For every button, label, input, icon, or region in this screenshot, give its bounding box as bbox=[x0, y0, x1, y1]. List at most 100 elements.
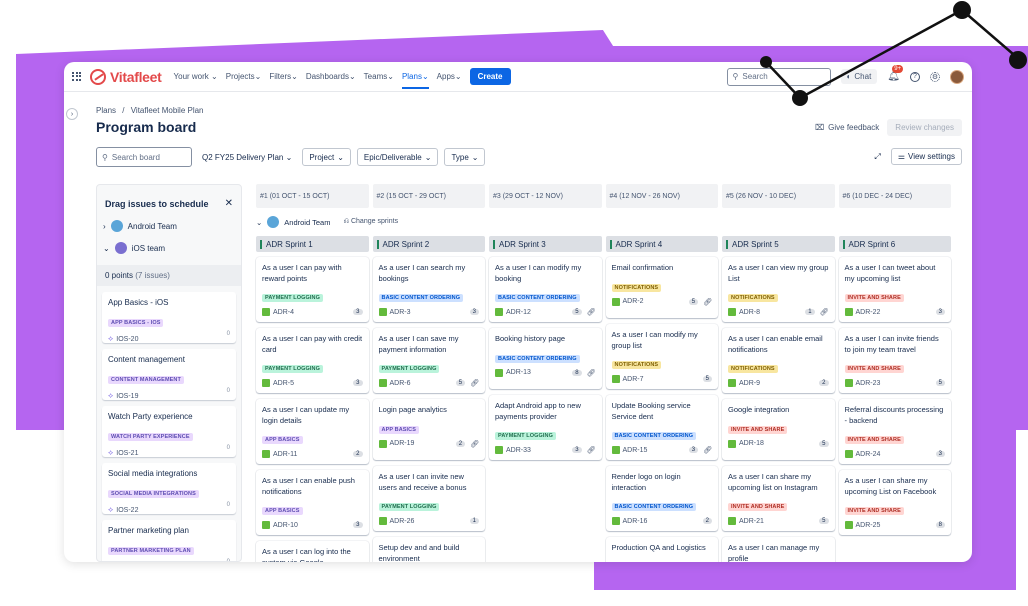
issue-title: As a user I can save my payment informat… bbox=[378, 334, 459, 354]
top-navigation: Vitafleet Your work ⌄ Projects⌄ Filters⌄… bbox=[64, 62, 972, 92]
issue-key: ADR-9 bbox=[739, 379, 761, 387]
nav-projects[interactable]: Projects⌄ bbox=[226, 72, 262, 81]
link-icon[interactable]: 🔗︎ bbox=[587, 308, 596, 316]
team-row-ios[interactable]: ⌄ iOS team bbox=[97, 237, 241, 259]
story-icon bbox=[611, 446, 620, 454]
issue-card[interactable]: Render logo on login interaction BASIC CO… bbox=[605, 466, 718, 531]
issue-key: IOS-22 bbox=[116, 506, 139, 514]
issue-key-row: ⟡ IOS-21 bbox=[108, 448, 230, 458]
issue-card[interactable]: As a user I can enable email notificatio… bbox=[722, 328, 835, 393]
issue-card[interactable]: Email confirmation NOTIFICATIONS ADR-2 5 🔗︎ bbox=[605, 257, 718, 318]
issue-footer: ADR-13 8 🔗︎ bbox=[495, 368, 596, 377]
expand-sidebar-chevron-icon[interactable]: › bbox=[66, 108, 78, 120]
issue-card[interactable]: Adapt Android app to new payments provid… bbox=[489, 395, 602, 460]
give-feedback-button[interactable]: ⌧ Give feedback bbox=[815, 123, 879, 132]
issue-card[interactable]: As a user I can enable push notification… bbox=[256, 470, 369, 535]
issue-key: ADR-12 bbox=[506, 308, 531, 316]
review-changes-button[interactable]: Review changes bbox=[887, 119, 962, 136]
issue-card[interactable]: Login page analytics APP BASICS ADR-19 2 🔗︎ bbox=[372, 399, 485, 460]
issue-key-row: ⟡ IOS-19 bbox=[108, 391, 230, 401]
issue-card[interactable]: As a user I can modify my group list NOTI… bbox=[605, 324, 718, 389]
breadcrumb-plan[interactable]: Vitafleet Mobile Plan bbox=[131, 106, 204, 115]
issue-card[interactable]: As a user I can manage my profile bbox=[722, 537, 835, 562]
issue-card[interactable]: Referral discounts processing - backend I… bbox=[838, 399, 951, 464]
link-icon[interactable]: 🔗︎ bbox=[470, 440, 479, 448]
view-settings-button[interactable]: ⚌ View settings bbox=[890, 148, 962, 165]
create-button[interactable]: Create bbox=[469, 68, 511, 85]
story-icon bbox=[495, 368, 503, 377]
sprint-column: ADR Sprint 2 As a user I can search my bo… bbox=[372, 236, 485, 562]
notifications-button[interactable]: 🔔︎ 9+ bbox=[887, 65, 904, 82]
link-icon[interactable]: 🔗︎ bbox=[703, 298, 712, 306]
issue-card[interactable]: As a user I can save my payment informat… bbox=[372, 328, 485, 393]
link-icon[interactable]: 🔗︎ bbox=[470, 379, 479, 387]
epic-lightning-icon: ⟡ bbox=[108, 448, 114, 457]
unscheduled-issue-card[interactable]: App Basics - iOS APP BASICS - IOS ⟡ IOS-20 0 bbox=[102, 292, 236, 343]
sprint-column: ADR Sprint 1 As a user I can pay with rew… bbox=[256, 236, 369, 562]
link-icon[interactable]: 🔗︎ bbox=[820, 308, 829, 316]
link-icon[interactable]: 🔗︎ bbox=[703, 446, 712, 454]
issue-card[interactable]: Booking history page BASIC CONTENT ORDERI… bbox=[489, 328, 602, 389]
nav-your-work[interactable]: Your work ⌄ bbox=[174, 72, 218, 81]
issue-card[interactable]: As a user I can invite friends to join m… bbox=[838, 328, 951, 393]
fullscreen-icon[interactable]: ⤢ bbox=[874, 152, 880, 162]
issue-card[interactable]: Production QA and LogisticsBASIC CONTENT… bbox=[605, 537, 718, 562]
unscheduled-issue-card[interactable]: Social media integrations SOCIAL MEDIA IN… bbox=[102, 463, 236, 514]
issue-card[interactable]: As a user I can log into the system via … bbox=[256, 541, 369, 562]
nav-dashboards[interactable]: Dashboards⌄ bbox=[306, 72, 356, 81]
issue-card[interactable]: As a user I can pay with reward points PA… bbox=[256, 257, 369, 322]
issue-card[interactable]: Update Booking service Service dent BASIC… bbox=[605, 395, 718, 460]
issue-card[interactable]: As a user I can view my group List NOTIFI… bbox=[722, 257, 835, 322]
issue-card[interactable]: As a user I can share my upcoming List o… bbox=[838, 470, 951, 535]
project-filter-dropdown[interactable]: Project ⌄ bbox=[302, 148, 351, 166]
issue-card[interactable]: As a user I can pay with credit card PAYM… bbox=[256, 328, 369, 393]
user-avatar[interactable] bbox=[950, 69, 964, 84]
unscheduled-issue-card[interactable]: Content management CONTENT MANAGEMENT ⟡ IOS… bbox=[102, 349, 236, 400]
issue-card[interactable]: As a user I can share my upcoming list o… bbox=[722, 466, 835, 531]
issue-card[interactable]: As a user I can modify my booking BASIC C… bbox=[489, 257, 602, 322]
issue-card[interactable]: Setup dev and and build environment bbox=[372, 537, 485, 562]
link-icon[interactable]: 🔗︎ bbox=[587, 369, 596, 377]
team-avatar bbox=[114, 242, 127, 254]
help-icon[interactable]: ? bbox=[910, 71, 920, 82]
issue-card[interactable]: As a user I can search my bookings BASIC … bbox=[372, 257, 485, 322]
chevron-down-icon[interactable]: ⌄ bbox=[256, 218, 262, 227]
chat-button[interactable]: ◐ Chat bbox=[840, 69, 878, 84]
sprint-column: ADR Sprint 5 As a user I can view my grou… bbox=[722, 236, 835, 562]
team-avatar bbox=[110, 220, 123, 232]
story-points-badge: 2 bbox=[819, 380, 829, 386]
unscheduled-issue-card[interactable]: Partner marketing plan PARTNER MARKETING … bbox=[102, 520, 236, 561]
epic-filter-dropdown[interactable]: Epic/Deliverable ⌄ bbox=[356, 148, 439, 166]
story-points-badge: 3 bbox=[935, 309, 945, 315]
type-filter-dropdown[interactable]: Type ⌄ bbox=[444, 148, 486, 166]
nav-teams[interactable]: Teams⌄ bbox=[364, 72, 394, 81]
unscheduled-issue-card[interactable]: Watch Party experience WATCH PARTY EXPERI… bbox=[102, 406, 236, 457]
issue-card[interactable]: As a user I can update my login details A… bbox=[256, 399, 369, 464]
plan-filter-dropdown[interactable]: Q2 FY25 Delivery Plan ⌄ bbox=[198, 153, 296, 162]
issue-footer: ADR-26 1 bbox=[378, 517, 479, 525]
app-switcher-icon[interactable] bbox=[72, 71, 82, 82]
change-sprints-button[interactable]: ⎌ Change sprints bbox=[343, 218, 398, 226]
issue-card[interactable]: As a user I can invite new users and rec… bbox=[372, 466, 485, 531]
link-icon[interactable]: 🔗︎ bbox=[587, 446, 596, 454]
issue-card[interactable]: As a user I can tweet about my upcoming … bbox=[838, 257, 951, 322]
story-points-badge: 5 bbox=[572, 309, 582, 315]
nav-filters[interactable]: Filters⌄ bbox=[269, 72, 297, 81]
settings-gear-icon[interactable]: ⚙ bbox=[930, 71, 940, 82]
breadcrumb-plans[interactable]: Plans bbox=[96, 106, 116, 115]
board-team-row: ⌄ Android Team ⎌ Change sprints bbox=[256, 216, 956, 228]
global-search-input[interactable]: ⚲ Search bbox=[726, 67, 831, 86]
megaphone-icon: ⌧ bbox=[814, 123, 825, 132]
nav-plans[interactable]: Plans⌄ bbox=[401, 72, 429, 89]
nav-apps[interactable]: Apps⌄ bbox=[437, 72, 462, 81]
points-summary: 0 points (7 issues) bbox=[97, 265, 241, 286]
issue-card[interactable]: Google integration INVITE AND SHARE ADR-18… bbox=[722, 399, 835, 460]
logo[interactable]: Vitafleet bbox=[90, 68, 162, 85]
epic-tag: NOTIFICATIONS bbox=[728, 294, 778, 302]
story-points-badge: 5 bbox=[702, 376, 712, 382]
close-icon[interactable]: ✕ bbox=[225, 198, 233, 209]
issue-footer: ADR-10 3 bbox=[262, 521, 363, 529]
search-board-input[interactable]: ⚲ Search board bbox=[96, 147, 192, 167]
team-row-android[interactable]: › Android Team bbox=[97, 215, 241, 237]
epic-tag: BASIC CONTENT ORDERING bbox=[611, 503, 697, 511]
